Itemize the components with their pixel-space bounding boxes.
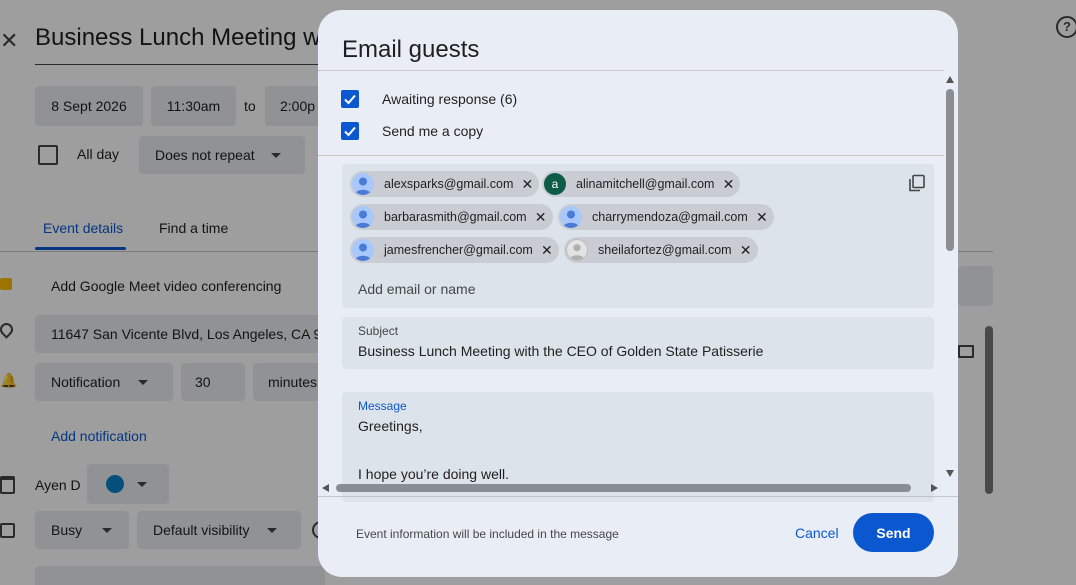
message-line: Greetings, [358,418,423,434]
initial-avatar: a [544,173,566,195]
options-divider [318,155,944,156]
scroll-left-icon[interactable] [322,484,329,492]
person-icon [352,173,374,195]
dialog-title: Email guests [342,36,480,63]
person-icon [352,239,374,261]
footer-note: Event information will be included in th… [356,527,619,541]
scroll-down-icon[interactable] [946,470,954,477]
recipient-email: alinamitchell@gmail.com [576,177,715,191]
recipient-email: jamesfrencher@gmail.com [384,243,533,257]
awaiting-response-label: Awaiting response (6) [382,91,518,107]
remove-icon[interactable]: ✕ [535,210,547,224]
recipient-email: sheilafortez@gmail.com [598,243,732,257]
recipient-chip[interactable]: barbarasmith@gmail.com ✕ [350,204,553,230]
header-divider [318,70,944,71]
add-recipient-input[interactable]: Add email or name [358,281,476,297]
recipient-chip[interactable]: sheilafortez@gmail.com ✕ [564,237,758,263]
remove-icon[interactable]: ✕ [740,243,752,257]
send-label: Send [876,524,911,541]
scroll-right-icon[interactable] [931,484,938,492]
footer-divider [318,496,958,497]
send-button[interactable]: Send [853,513,934,552]
recipient-chip[interactable]: a alinamitchell@gmail.com ✕ [542,171,741,197]
subject-label: Subject [358,324,399,338]
recipient-email: charrymendoza@gmail.com [592,210,748,224]
recipient-email: alexsparks@gmail.com [384,177,514,191]
recipient-chip[interactable]: alexsparks@gmail.com ✕ [350,171,540,197]
copy-icon[interactable] [908,174,926,192]
check-icon [344,94,356,105]
remove-icon[interactable]: ✕ [756,210,768,224]
recipient-chip[interactable]: charrymendoza@gmail.com ✕ [558,204,774,230]
message-line: I hope you’re doing well. [358,466,509,482]
person-icon [560,206,582,228]
horizontal-scrollbar-thumb[interactable] [336,484,911,492]
email-guests-dialog: Email guests Awaiting response (6) Send … [318,10,958,577]
awaiting-response-checkbox[interactable] [341,90,359,108]
vertical-scrollbar-thumb[interactable] [946,89,954,251]
remove-icon[interactable]: ✕ [722,177,735,191]
cancel-button[interactable]: Cancel [795,525,839,541]
subject-field[interactable]: Subject Business Lunch Meeting with the … [342,317,934,369]
scroll-up-icon[interactable] [946,76,954,83]
message-label: Message [358,399,407,413]
subject-value: Business Lunch Meeting with the CEO of G… [358,343,764,359]
recipients-field[interactable]: alexsparks@gmail.com ✕ a alinamitchell@g… [342,164,934,308]
remove-icon[interactable]: ✕ [521,177,534,191]
check-icon [344,126,356,137]
send-copy-label: Send me a copy [382,123,484,139]
person-icon [352,206,374,228]
recipient-email: barbarasmith@gmail.com [384,210,527,224]
person-icon [566,239,588,261]
recipient-chip[interactable]: jamesfrencher@gmail.com ✕ [350,237,559,263]
send-copy-checkbox[interactable] [341,122,359,140]
remove-icon[interactable]: ✕ [541,243,553,257]
